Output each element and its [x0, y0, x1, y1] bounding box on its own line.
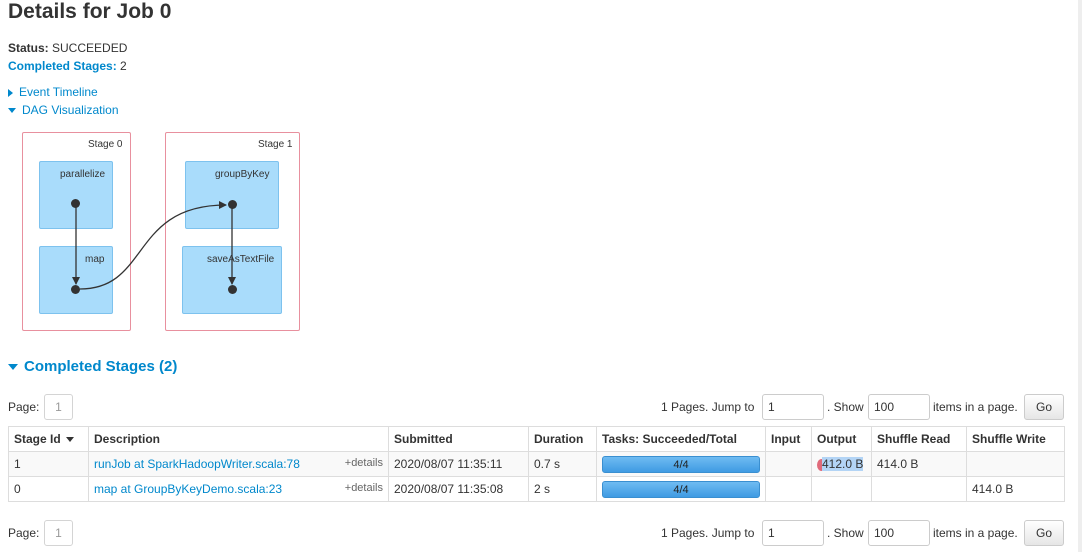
pager-bottom-size-input[interactable]	[868, 520, 930, 546]
window-scrollbar[interactable]	[1078, 0, 1082, 552]
completed-stages-table: Stage Id Description Submitted Duration …	[8, 426, 1065, 502]
dag-node-saveastextfile	[228, 285, 237, 294]
pager-top-size-input[interactable]	[868, 394, 930, 420]
cell-stage-id: 0	[8, 476, 89, 502]
details-toggle[interactable]: +details	[345, 457, 383, 469]
col-header-output[interactable]: Output	[811, 426, 872, 452]
col-header-duration[interactable]: Duration	[528, 426, 597, 452]
col-header-shuffle-write[interactable]: Shuffle Write	[966, 426, 1065, 452]
pager-top-go-button[interactable]: Go	[1024, 394, 1064, 420]
output-value: 412.0 B	[822, 457, 864, 471]
cell-shuffle-write	[966, 451, 1065, 477]
cell-input	[765, 476, 812, 502]
dag-edge-map-groupbykey	[79, 201, 227, 290]
tasks-progress-bar: 4/4	[602, 480, 760, 498]
triangle-down-icon	[8, 364, 18, 371]
details-toggle[interactable]: +details	[345, 482, 383, 494]
sort-desc-icon	[65, 437, 74, 443]
cell-output: 412.0 B	[811, 451, 872, 477]
col-header-tasks[interactable]: Tasks: Succeeded/Total	[596, 426, 766, 452]
cell-description: map at GroupByKeyDemo.scala:23 +details	[88, 476, 389, 502]
cell-submitted: 2020/08/07 11:35:11	[388, 451, 529, 477]
col-header-shuffle-read[interactable]: Shuffle Read	[871, 426, 967, 452]
dag-node-map	[71, 285, 80, 294]
col-header-input[interactable]: Input	[765, 426, 812, 452]
pager-bottom-summary: 1 Pages. Jump to	[661, 526, 755, 540]
stage-description-link[interactable]: runJob at SparkHadoopWriter.scala:78	[94, 457, 300, 471]
pager-bottom-go-button[interactable]: Go	[1024, 520, 1064, 546]
tasks-progress-text: 4/4	[673, 458, 689, 471]
col-header-stage-id[interactable]: Stage Id	[8, 426, 89, 452]
dag-node-parallelize	[71, 199, 80, 208]
dag-node-groupbykey	[228, 200, 237, 209]
cell-shuffle-write: 414.0 B	[966, 476, 1065, 502]
table-header-row: Stage Id Description Submitted Duration …	[8, 426, 1065, 452]
pager-bottom-show-label: . Show	[827, 526, 864, 540]
dag-edges	[72, 201, 236, 290]
pager-bottom-items-label: items in a page.	[933, 526, 1018, 540]
cell-input	[765, 451, 812, 477]
table-row: 0 map at GroupByKeyDemo.scala:23 +details…	[8, 476, 1065, 502]
cell-stage-id: 1	[8, 451, 89, 477]
stage-description-link[interactable]: map at GroupByKeyDemo.scala:23	[94, 482, 282, 496]
pager-top-page-1[interactable]: 1	[44, 394, 73, 420]
tasks-progress-text: 4/4	[673, 483, 689, 496]
pager-bottom-page-label: Page:	[8, 526, 40, 540]
pager-top-jump-input[interactable]	[762, 394, 824, 420]
pager-top-show-label: . Show	[827, 400, 864, 414]
pager-top-items-label: items in a page.	[933, 400, 1018, 414]
tasks-progress-bar: 4/4	[602, 455, 760, 473]
cell-duration: 2 s	[528, 476, 597, 502]
col-header-description[interactable]: Description	[88, 426, 389, 452]
cell-submitted: 2020/08/07 11:35:08	[388, 476, 529, 502]
cell-tasks: 4/4	[596, 451, 766, 477]
cell-shuffle-read	[871, 476, 967, 502]
cell-output	[811, 476, 872, 502]
pager-top-page-label: Page:	[8, 400, 40, 414]
pager-top-summary: 1 Pages. Jump to	[661, 400, 755, 414]
col-header-submitted[interactable]: Submitted	[388, 426, 529, 452]
completed-stages-header[interactable]: Completed Stages (2)	[8, 358, 177, 375]
cell-tasks: 4/4	[596, 476, 766, 502]
cell-duration: 0.7 s	[528, 451, 597, 477]
cell-description: runJob at SparkHadoopWriter.scala:78 +det…	[88, 451, 389, 477]
pager-bottom-page-1[interactable]: 1	[44, 520, 73, 546]
table-row: 1 runJob at SparkHadoopWriter.scala:78 +d…	[8, 451, 1065, 477]
cell-shuffle-read: 414.0 B	[871, 451, 967, 477]
completed-stages-title: Completed Stages (2)	[24, 358, 178, 375]
pager-bottom-jump-input[interactable]	[762, 520, 824, 546]
